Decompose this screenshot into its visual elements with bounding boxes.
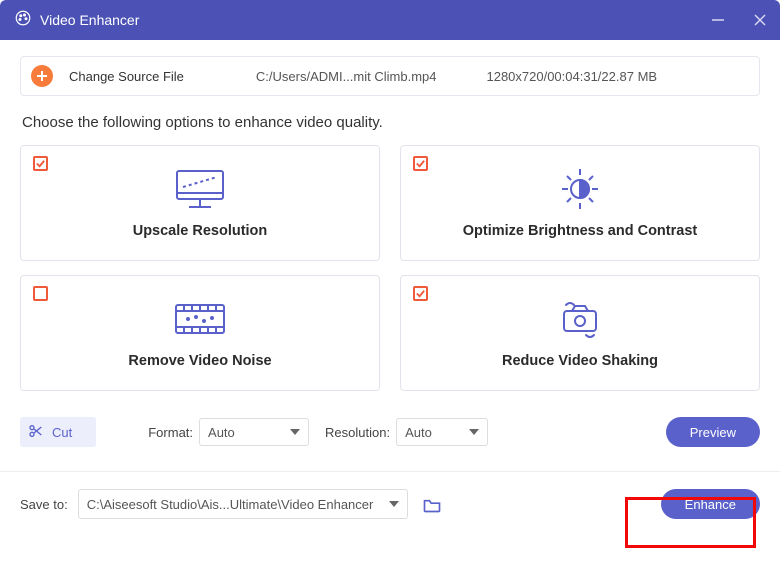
controls-row: Cut Format: Auto Resolution: Auto Previe… xyxy=(20,417,760,447)
monitor-icon xyxy=(171,167,229,211)
save-to-label: Save to: xyxy=(20,497,68,512)
titlebar: Video Enhancer xyxy=(0,0,780,40)
app-title: Video Enhancer xyxy=(40,12,139,28)
open-folder-button[interactable] xyxy=(418,490,446,518)
change-source-button[interactable] xyxy=(31,65,53,87)
format-select[interactable]: Auto xyxy=(199,418,309,446)
content-area: Change Source File C:/Users/ADMI...mit C… xyxy=(0,40,780,570)
option-label: Optimize Brightness and Contrast xyxy=(463,223,697,239)
sun-icon xyxy=(554,167,606,211)
scissors-icon xyxy=(28,423,44,442)
save-path-value: C:\Aiseesoft Studio\Ais...Ultimate\Video… xyxy=(87,497,374,512)
checkbox-upscale[interactable] xyxy=(33,156,48,171)
resolution-select[interactable]: Auto xyxy=(396,418,488,446)
film-icon xyxy=(172,297,228,341)
cut-button[interactable]: Cut xyxy=(20,417,96,447)
option-brightness-contrast[interactable]: Optimize Brightness and Contrast xyxy=(400,145,760,261)
option-label: Upscale Resolution xyxy=(133,223,268,239)
options-grid: Upscale Resolution Optimize Br xyxy=(20,145,760,391)
option-label: Reduce Video Shaking xyxy=(502,353,658,369)
resolution-label: Resolution: xyxy=(325,425,390,440)
app-window: Video Enhancer Change Source File C:/Use… xyxy=(0,0,780,570)
save-path-select[interactable]: C:\Aiseesoft Studio\Ais...Ultimate\Video… xyxy=(78,489,408,519)
checkbox-noise[interactable] xyxy=(33,286,48,301)
change-source-label[interactable]: Change Source File xyxy=(69,69,184,84)
window-controls xyxy=(706,0,772,40)
chevron-down-icon xyxy=(290,429,300,435)
option-reduce-shaking[interactable]: Reduce Video Shaking xyxy=(400,275,760,391)
source-meta: 1280x720/00:04:31/22.87 MB xyxy=(486,69,657,84)
checkbox-shaking[interactable] xyxy=(413,286,428,301)
cut-label: Cut xyxy=(52,425,72,440)
checkbox-brightness[interactable] xyxy=(413,156,428,171)
source-bar: Change Source File C:/Users/ADMI...mit C… xyxy=(20,56,760,96)
chevron-down-icon xyxy=(389,501,399,507)
save-row: Save to: C:\Aiseesoft Studio\Ais...Ultim… xyxy=(20,471,760,519)
palette-icon xyxy=(14,9,32,32)
close-button[interactable] xyxy=(748,8,772,32)
camera-shake-icon xyxy=(552,297,608,341)
format-label: Format: xyxy=(148,425,193,440)
instruction-text: Choose the following options to enhance … xyxy=(22,114,760,131)
enhance-button[interactable]: Enhance xyxy=(661,489,760,519)
option-upscale-resolution[interactable]: Upscale Resolution xyxy=(20,145,380,261)
minimize-button[interactable] xyxy=(706,8,730,32)
preview-button[interactable]: Preview xyxy=(666,417,760,447)
option-remove-noise[interactable]: Remove Video Noise xyxy=(20,275,380,391)
resolution-value: Auto xyxy=(405,425,432,440)
chevron-down-icon xyxy=(469,429,479,435)
source-path: C:/Users/ADMI...mit Climb.mp4 xyxy=(256,69,437,84)
option-label: Remove Video Noise xyxy=(128,353,271,369)
format-value: Auto xyxy=(208,425,235,440)
